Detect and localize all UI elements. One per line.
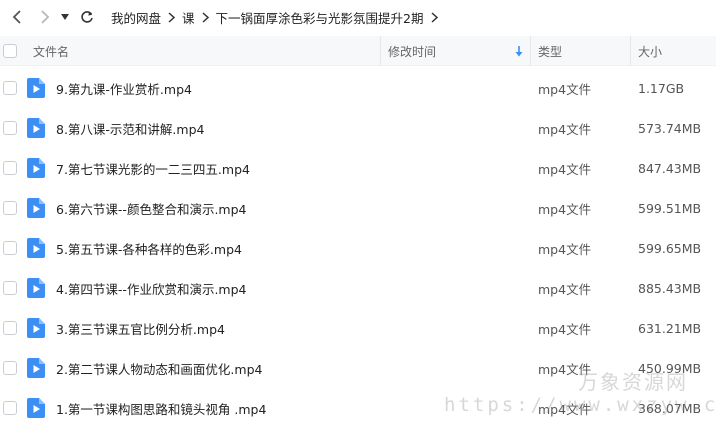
sort-descending-icon[interactable] [515, 36, 523, 66]
row-checkbox-wrap[interactable] [3, 388, 17, 428]
video-file-icon [27, 348, 45, 388]
table-row[interactable]: 3.第三节课五官比例分析.mp4 mp4文件 631.21MB [0, 308, 716, 348]
row-checkbox[interactable] [3, 321, 17, 335]
file-type: mp4文件 [538, 121, 592, 137]
row-checkbox[interactable] [3, 161, 17, 175]
column-header-name[interactable]: 文件名 [33, 36, 69, 66]
column-divider[interactable] [380, 36, 381, 66]
row-checkbox-wrap[interactable] [3, 348, 17, 388]
table-row[interactable]: 6.第六节课--颜色整合和演示.mp4 mp4文件 599.51MB [0, 188, 716, 228]
video-file-icon [27, 308, 45, 348]
video-file-icon [27, 188, 45, 228]
file-name[interactable]: 2.第二节课人物动态和画面优化.mp4 [56, 348, 262, 388]
chevron-left-icon [12, 10, 21, 24]
row-checkbox[interactable] [3, 121, 17, 135]
back-button[interactable] [6, 6, 28, 28]
row-checkbox[interactable] [3, 201, 17, 215]
table-row[interactable]: 1.第一节课构图思路和镜头视角 .mp4 mp4文件 368.07MB [0, 388, 716, 428]
table-row[interactable]: 5.第五节课-各种各样的色彩.mp4 mp4文件 599.65MB [0, 228, 716, 268]
row-checkbox[interactable] [3, 281, 17, 295]
file-size: 368.07MB [638, 400, 702, 416]
file-size: 573.74MB [638, 120, 702, 136]
file-name[interactable]: 9.第九课-作业赏析.mp4 [56, 68, 192, 108]
file-size: 631.21MB [638, 320, 702, 336]
video-file-icon [27, 228, 45, 268]
row-checkbox-wrap[interactable] [3, 228, 17, 268]
table-row[interactable]: 7.第七节课光影的一二三四五.mp4 mp4文件 847.43MB [0, 148, 716, 188]
table-row[interactable]: 4.第四节课--作业欣赏和演示.mp4 mp4文件 885.43MB [0, 268, 716, 308]
column-header-size[interactable]: 大小 [638, 36, 662, 66]
file-type: mp4文件 [538, 161, 592, 177]
file-list-header: 文件名 修改时间 类型 大小 [0, 36, 716, 66]
file-size: 450.99MB [638, 360, 702, 376]
table-row[interactable]: 8.第八课-示范和讲解.mp4 mp4文件 573.74MB [0, 108, 716, 148]
select-all-checkbox[interactable] [3, 44, 17, 58]
file-name[interactable]: 1.第一节课构图思路和镜头视角 .mp4 [56, 388, 266, 428]
table-row[interactable]: 2.第二节课人物动态和画面优化.mp4 mp4文件 450.99MB [0, 348, 716, 388]
file-type: mp4文件 [538, 81, 592, 97]
caret-down-icon [61, 14, 69, 20]
refresh-icon [81, 11, 93, 23]
refresh-button[interactable] [76, 6, 98, 28]
file-size: 847.43MB [638, 160, 702, 176]
file-name[interactable]: 7.第七节课光影的一二三四五.mp4 [56, 148, 250, 188]
video-file-icon [27, 388, 45, 428]
top-toolbar: 我的网盘 课 下一锅面厚涂色彩与光影氛围提升2期 [0, 0, 716, 34]
row-checkbox-wrap[interactable] [3, 188, 17, 228]
video-file-icon [27, 108, 45, 148]
file-size: 599.51MB [638, 200, 702, 216]
breadcrumb-separator-icon [202, 11, 209, 23]
file-type: mp4文件 [538, 401, 592, 417]
file-type: mp4文件 [538, 361, 592, 377]
forward-button[interactable] [34, 6, 56, 28]
file-type: mp4文件 [538, 201, 592, 217]
table-row[interactable]: 9.第九课-作业赏析.mp4 mp4文件 1.17GB [0, 68, 716, 108]
file-name[interactable]: 5.第五节课-各种各样的色彩.mp4 [56, 228, 242, 268]
select-all-checkbox-wrap[interactable] [3, 36, 17, 66]
file-size: 599.65MB [638, 240, 702, 256]
breadcrumb-item-current-folder[interactable]: 下一锅面厚涂色彩与光影氛围提升2期 [216, 8, 424, 27]
row-checkbox-wrap[interactable] [3, 308, 17, 348]
file-name[interactable]: 8.第八课-示范和讲解.mp4 [56, 108, 204, 148]
column-header-modified[interactable]: 修改时间 [388, 36, 436, 66]
file-size: 885.43MB [638, 280, 702, 296]
file-type: mp4文件 [538, 281, 592, 297]
breadcrumb-item-root[interactable]: 我的网盘 [111, 8, 161, 27]
breadcrumb: 我的网盘 课 下一锅面厚涂色彩与光影氛围提升2期 [111, 8, 445, 27]
row-checkbox-wrap[interactable] [3, 108, 17, 148]
file-type: mp4文件 [538, 241, 592, 257]
row-checkbox-wrap[interactable] [3, 268, 17, 308]
column-header-type[interactable]: 类型 [538, 36, 562, 66]
video-file-icon [27, 268, 45, 308]
row-checkbox[interactable] [3, 361, 17, 375]
breadcrumb-separator-icon [430, 11, 438, 23]
row-checkbox[interactable] [3, 81, 17, 95]
row-checkbox-wrap[interactable] [3, 68, 17, 108]
breadcrumb-item-course[interactable]: 课 [182, 8, 195, 27]
video-file-icon [27, 148, 45, 188]
column-divider[interactable] [530, 36, 531, 66]
file-name[interactable]: 4.第四节课--作业欣赏和演示.mp4 [56, 268, 247, 308]
file-name[interactable]: 3.第三节课五官比例分析.mp4 [56, 308, 225, 348]
breadcrumb-separator-icon [168, 11, 176, 23]
column-divider[interactable] [630, 36, 631, 66]
history-dropdown-button[interactable] [58, 6, 72, 28]
file-name[interactable]: 6.第六节课--颜色整合和演示.mp4 [56, 188, 247, 228]
row-checkbox[interactable] [3, 241, 17, 255]
row-checkbox-wrap[interactable] [3, 148, 17, 188]
file-size: 1.17GB [638, 80, 685, 96]
chevron-right-icon [41, 10, 50, 24]
file-type: mp4文件 [538, 321, 592, 337]
row-checkbox[interactable] [3, 401, 17, 415]
video-file-icon [27, 68, 45, 108]
